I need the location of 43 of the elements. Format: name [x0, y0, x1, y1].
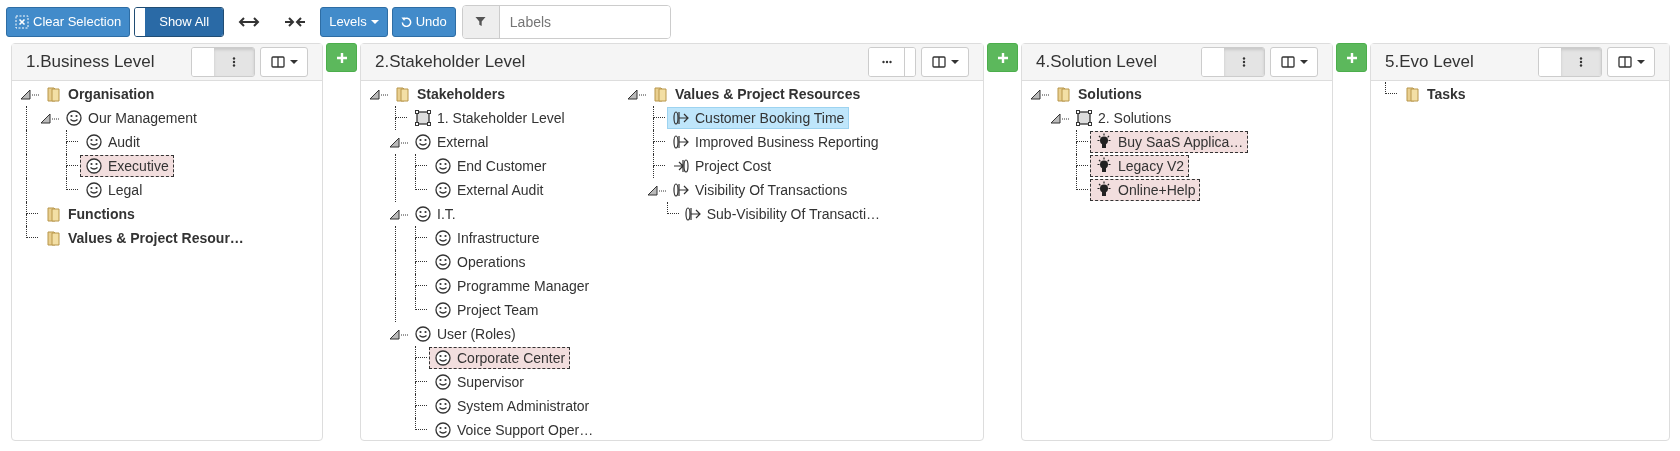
tree-node[interactable]: Improved Business Reporting — [667, 131, 884, 153]
tree-node[interactable]: Values & Project Resour… — [40, 227, 249, 249]
tree-node[interactable]: I.T. — [409, 203, 461, 225]
tree-node[interactable]: Stakeholders — [389, 83, 510, 105]
tree-node[interactable]: Infrastructure — [429, 227, 545, 249]
tree-node[interactable]: Tasks — [1399, 83, 1471, 105]
levels-dropdown[interactable]: Levels — [320, 6, 388, 37]
tree-node[interactable]: Our Management — [60, 107, 202, 129]
tree-node[interactable]: Solutions — [1050, 83, 1147, 105]
tree-node[interactable]: Programme Manager — [429, 275, 595, 297]
tree-node[interactable]: Audit — [80, 131, 145, 153]
tree-node[interactable]: 2. Solutions — [1070, 107, 1177, 129]
tree-node[interactable]: Visibility Of Transactions — [667, 179, 853, 201]
tree-node[interactable]: Values & Project Resources — [647, 83, 866, 105]
tree-node[interactable]: Project Team — [429, 299, 544, 321]
tree-node[interactable]: Executive — [80, 155, 174, 177]
tree-node[interactable]: Functions — [40, 203, 140, 225]
clear-selection-button[interactable]: Clear Selection — [6, 6, 131, 37]
tree-node[interactable]: Project Cost — [667, 155, 777, 177]
tree-node[interactable]: Legal — [80, 179, 148, 201]
panel-title: 4.Solution Level — [1036, 52, 1158, 72]
tree-node[interactable]: External Audit — [429, 179, 549, 201]
label-filter[interactable]: Labels — [461, 4, 671, 39]
tree-node[interactable]: System Administrator — [429, 395, 595, 417]
tree-node[interactable]: 1. Stakeholder Level — [409, 107, 570, 129]
tree-node[interactable]: Customer Booking Time — [667, 107, 850, 129]
undo-button[interactable]: Undo — [391, 6, 456, 37]
tree-node[interactable]: End Customer — [429, 155, 552, 177]
tree-node[interactable]: Corporate Center — [429, 347, 571, 369]
tree-node[interactable]: Online+Help — [1090, 179, 1201, 201]
tree-node[interactable]: Organisation — [40, 83, 160, 105]
tree-node[interactable]: Voice Support Oper… — [429, 419, 599, 441]
show-all-toggle[interactable]: Show All — [134, 6, 225, 37]
tree-node[interactable]: Sub-Visibility Of Transacti… — [678, 203, 885, 225]
tree-node[interactable]: Supervisor — [429, 371, 529, 393]
panel-title: 1.Business Level — [26, 52, 156, 72]
tree-node[interactable]: User (Roles) — [409, 323, 521, 345]
tree-node[interactable]: Buy SaaS Applica… — [1090, 131, 1249, 153]
tree-node[interactable]: External — [409, 131, 494, 153]
tree-node[interactable]: Operations — [429, 251, 531, 273]
panel-title: 2.Stakeholder Level — [375, 52, 527, 72]
tree-node[interactable]: Legacy V2 — [1090, 155, 1190, 177]
panel-title: 5.Evo Level — [1385, 52, 1475, 72]
